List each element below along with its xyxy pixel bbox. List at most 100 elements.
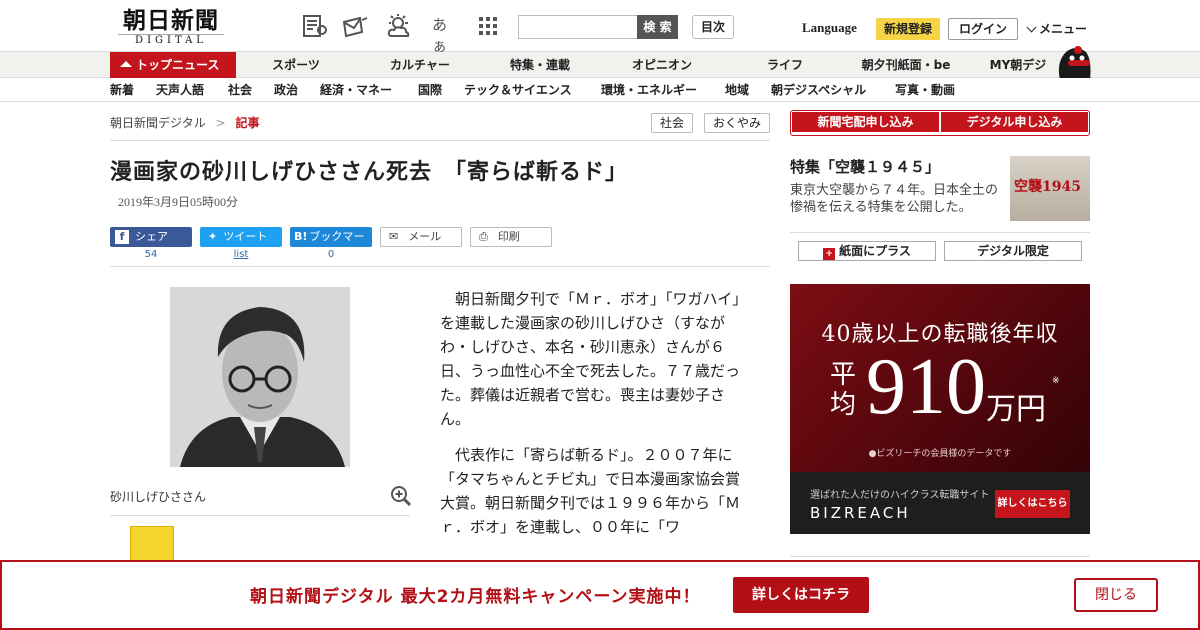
nav-item-features[interactable]: 特集・連載 [490, 52, 590, 78]
subnav-item-new[interactable]: 新着 [110, 78, 134, 102]
facebook-icon: f [115, 230, 129, 244]
subnav-item-international[interactable]: 国際 [418, 78, 442, 102]
menu-label: メニュー [1039, 22, 1088, 36]
twitter-share-button[interactable]: ✦ ツイート [200, 227, 282, 247]
ad-cta-button[interactable]: 詳しくはこちら [995, 490, 1070, 518]
home-icon [120, 61, 132, 67]
subnav-item-environment[interactable]: 環境・エネルギー [601, 78, 697, 102]
related-thumbnail[interactable] [130, 526, 174, 562]
weather-icon[interactable] [386, 14, 412, 38]
twitter-share-count[interactable]: list [200, 249, 282, 260]
asahi-digital-logo[interactable]: 朝日新聞 DIGITAL [112, 8, 230, 48]
nav-item-newspaper[interactable]: 朝夕刊紙面・be [846, 52, 966, 78]
tag-society[interactable]: 社会 [651, 113, 693, 133]
subscribe-paper-button[interactable]: 新聞宅配申し込み [792, 112, 939, 132]
mail-label: メール [408, 230, 442, 243]
feature-thumbnail-text: 空襲1945 [1014, 179, 1081, 195]
ad-note-mark: ※ [1052, 376, 1060, 386]
photo-caption: 砂川しげひささん [110, 490, 207, 504]
article-photo[interactable] [170, 287, 350, 467]
printer-icon: ⎙ [479, 230, 488, 243]
twitter-share-label: ツイート [223, 230, 268, 243]
paper-plus-button[interactable]: + 紙面にプラス [798, 241, 936, 261]
ad-brand: BIZREACH [810, 504, 911, 522]
newspaper-icon[interactable] [302, 14, 328, 38]
mail-icon: ✉ [389, 230, 399, 243]
subscribe-digital-button[interactable]: デジタル申し込み [941, 112, 1088, 132]
logo-main: 朝日新聞 [123, 7, 219, 34]
feature-title[interactable]: 特集「空襲１９４５」 [790, 156, 940, 177]
register-button[interactable]: 新規登録 [876, 18, 940, 40]
print-button[interactable]: ⎙ 印刷 [470, 227, 552, 247]
login-button[interactable]: ログイン [948, 18, 1018, 40]
subnav-item-politics[interactable]: 政治 [274, 78, 298, 102]
nav-item-opinion[interactable]: オピニオン [612, 52, 712, 78]
feature-thumbnail[interactable]: 空襲1945 [1010, 156, 1090, 221]
mail-button[interactable]: ✉ メール [380, 227, 462, 247]
subnav-item-society[interactable]: 社会 [228, 78, 252, 102]
mascot-icon[interactable] [1054, 42, 1094, 80]
email-news-icon[interactable] [342, 14, 368, 38]
breadcrumb: 朝日新聞デジタル > 記事 [110, 114, 260, 131]
ad-amount: 910 [866, 343, 986, 431]
logo-sub: DIGITAL [118, 34, 224, 47]
menu-button[interactable]: メニュー [1026, 20, 1088, 37]
bizreach-ad[interactable]: 40歳以上の転職後年収 平 均 910 万円 ※ ●ビズリーチの会員様のデータで… [790, 284, 1090, 534]
facebook-share-count: 54 [144, 249, 158, 260]
site-header: 朝日新聞 DIGITAL あぁ 検 索 目次 Language 新規登録 ログイ… [0, 0, 1200, 55]
divider [110, 140, 770, 141]
language-link[interactable]: Language [802, 20, 857, 36]
campaign-cta-button[interactable]: 詳しくはコチラ [733, 577, 869, 613]
nav-item-culture[interactable]: カルチャー [370, 52, 470, 78]
subnav-item-tenseijingo[interactable]: 天声人語 [156, 78, 204, 102]
close-banner-button[interactable]: 閉じる [1074, 578, 1158, 612]
zoom-icon[interactable] [390, 485, 412, 507]
article-paragraph: 朝日新聞夕刊で「Ｍｒ．ボオ」「ワガハイ」を連載した漫画家の砂川しげひさ（すながわ… [440, 292, 741, 428]
hatena-bookmark-count: 0 [327, 249, 335, 260]
article-paragraph: 代表作に「寄らば斬るド」。２００７年に「タマちゃんとチビ丸」で日本漫画家協会賞大… [440, 448, 741, 536]
top-news-label: トップニュース [136, 58, 220, 72]
article-body: 朝日新聞夕刊で「Ｍｒ．ボオ」「ワガハイ」を連載した漫画家の砂川しげひさ（すながわ… [440, 288, 746, 552]
campaign-text: 朝日新聞デジタル 最大2カ月無料キャンペーン実施中！ [250, 587, 701, 607]
divider [110, 266, 770, 267]
grid-menu-icon[interactable] [478, 16, 498, 36]
subnav-item-special[interactable]: 朝デジスペシャル [771, 78, 866, 102]
nav-item-top-news[interactable]: トップニュース [110, 52, 236, 78]
subnav-item-photo-video[interactable]: 写真・動画 [895, 78, 955, 102]
nav-item-life[interactable]: ライフ [735, 52, 835, 78]
tag-obituary[interactable]: おくやみ [704, 113, 770, 133]
search-input[interactable] [518, 15, 638, 39]
font-size-icon[interactable]: あぁ [432, 14, 460, 56]
breadcrumb-home[interactable]: 朝日新聞デジタル [110, 116, 206, 130]
divider [110, 515, 410, 516]
twitter-icon: ✦ [208, 230, 218, 243]
feature-text[interactable]: 東京大空襲から７４年。日本全土の惨禍を伝える特集を公開した。 [790, 182, 1002, 216]
index-button[interactable]: 目次 [692, 15, 734, 39]
ad-footer: 選ばれた人だけのハイクラス転職サイト BIZREACH 詳しくはこちら [790, 472, 1090, 534]
paper-plus-icon: + [823, 248, 836, 260]
subnav-item-economy[interactable]: 経済・マネー [320, 78, 392, 102]
facebook-share-label: シェア [135, 230, 168, 243]
facebook-share-button[interactable]: f シェア [110, 227, 192, 247]
print-label: 印刷 [497, 230, 520, 243]
divider [790, 232, 1090, 233]
ad-footnote: ●ビズリーチの会員様のデータです [868, 449, 1012, 459]
nav-item-sports[interactable]: スポーツ [246, 52, 346, 78]
subnav-item-tech[interactable]: テック＆サイエンス [464, 78, 572, 102]
chevron-down-icon [1026, 22, 1037, 33]
nav-item-my-asadigi[interactable]: MY朝デジ [978, 52, 1058, 78]
hatena-bookmark-button[interactable]: B! ブックマーク [290, 227, 372, 263]
search-button[interactable]: 検 索 [637, 15, 678, 39]
subnav-item-region[interactable]: 地域 [725, 78, 749, 102]
article-title: 漫画家の砂川しげひささん死去 「寄らば斬るド」 [110, 160, 629, 185]
article-date: 2019年3月9日05時00分 [118, 195, 239, 209]
ad-unit: 万円 [986, 392, 1046, 427]
campaign-banner: 朝日新聞デジタル 最大2カ月無料キャンペーン実施中！ 詳しくはコチラ 閉じる [0, 560, 1200, 630]
hatena-icon: B! [294, 230, 308, 243]
digital-only-button[interactable]: デジタル限定 [944, 241, 1082, 261]
breadcrumb-current: 記事 [235, 116, 260, 130]
paper-plus-label: 紙面にプラス [839, 244, 911, 258]
ad-prefix1: 平 [830, 360, 857, 390]
divider [790, 556, 1090, 557]
ad-prefix2: 均 [830, 390, 857, 420]
